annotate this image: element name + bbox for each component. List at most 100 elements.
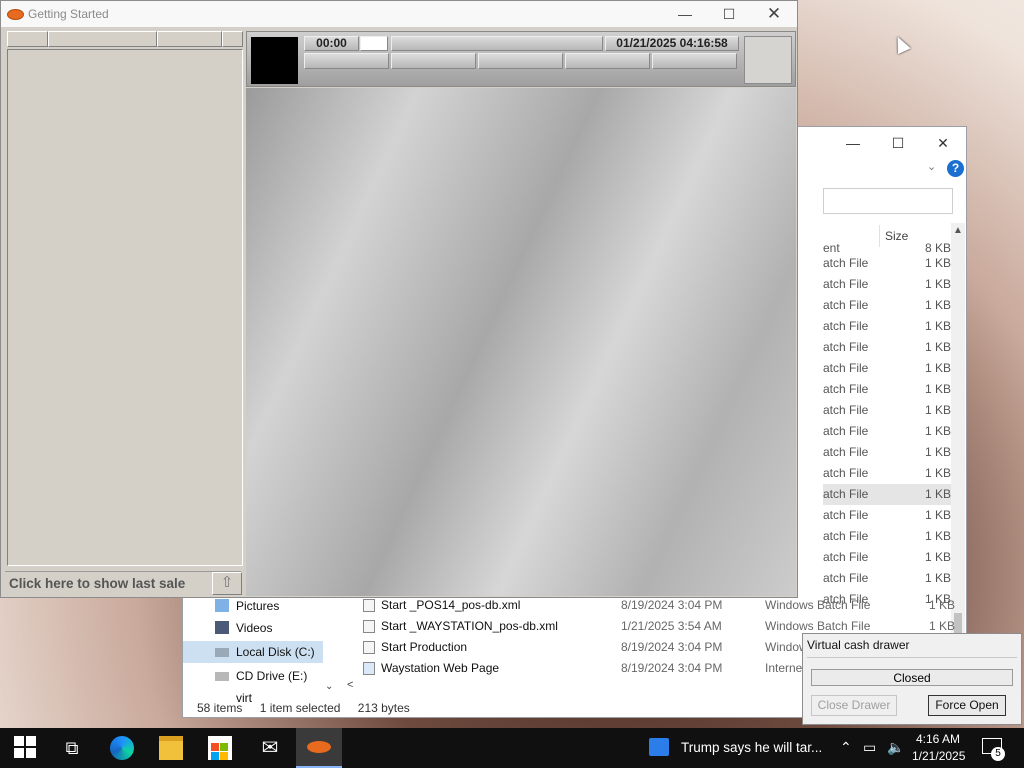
list-item[interactable]: atch File 1 KB xyxy=(823,316,955,337)
item-count: 58 items xyxy=(197,701,243,715)
column-header-size[interactable]: Size xyxy=(885,229,908,243)
nav-item-local-disk[interactable]: Local Disk (C:) xyxy=(183,641,323,663)
news-widget-icon[interactable] xyxy=(649,738,669,756)
column-header[interactable] xyxy=(157,31,222,47)
file-type: atch File xyxy=(823,256,869,270)
file-size: 1 KB xyxy=(924,256,951,270)
nav-item-videos[interactable]: Videos xyxy=(183,617,323,639)
windows-start-icon[interactable] xyxy=(14,736,38,760)
list-item[interactable]: atch File 1 KB xyxy=(823,379,955,400)
arrow-up-icon[interactable]: ⇧ xyxy=(212,572,242,595)
news-headline[interactable]: Trump says he will tar... xyxy=(681,740,822,755)
list-item[interactable]: atch File 1 KB xyxy=(823,568,955,589)
pos-app-icon[interactable] xyxy=(296,728,342,768)
maximize-button[interactable]: ☐ xyxy=(709,4,749,24)
task-view-icon[interactable]: ⧉ xyxy=(60,736,84,760)
system-clock[interactable]: 4:16 AM 1/21/2025 xyxy=(912,731,966,765)
file-icon xyxy=(363,641,375,654)
file-size: 1 KB xyxy=(924,466,951,480)
info-segment xyxy=(652,53,737,69)
status-box xyxy=(744,36,792,84)
selection-count: 1 item selected xyxy=(259,701,341,715)
file-type: atch File xyxy=(823,550,869,564)
explorer-minimize-button[interactable]: — xyxy=(838,133,868,153)
drawer-status: Closed xyxy=(811,669,1013,686)
file-type: atch File xyxy=(823,571,869,585)
list-item[interactable]: atch File 1 KB xyxy=(823,358,955,379)
clock-date: 1/21/2025 xyxy=(912,749,966,763)
microsoft-store-icon[interactable] xyxy=(208,736,232,760)
file-type: Interne xyxy=(765,661,803,675)
minimize-button[interactable]: — xyxy=(665,4,705,24)
file-type: atch File xyxy=(823,403,869,417)
column-header[interactable] xyxy=(222,31,243,47)
title-bar[interactable]: Getting Started — ☐ ✕ xyxy=(1,1,797,27)
force-open-button[interactable]: Force Open xyxy=(928,695,1006,716)
file-size: 1 KB xyxy=(924,382,951,396)
last-sale-bar[interactable]: Click here to show last sale ⇧ xyxy=(5,571,242,596)
list-item[interactable]: atch File 1 KB xyxy=(823,337,955,358)
virtual-cash-drawer-window[interactable]: Virtual cash drawer Closed Close Drawer … xyxy=(802,633,1022,725)
vertical-scrollbar[interactable]: ▲ xyxy=(951,223,965,633)
file-size: 1 KB xyxy=(924,403,951,417)
file-type: atch File xyxy=(823,382,869,396)
nav-item-label: Local Disk (C:) xyxy=(236,645,315,659)
file-type: atch File xyxy=(823,340,869,354)
file-size: 1 KB xyxy=(929,598,956,612)
list-item[interactable]: atch File 1 KB xyxy=(823,526,955,547)
cd-drive-icon xyxy=(215,672,229,681)
last-sale-label[interactable]: Click here to show last sale xyxy=(9,576,185,591)
list-item[interactable]: atch File 1 KB xyxy=(823,253,955,274)
file-explorer-icon[interactable] xyxy=(159,736,183,760)
edge-browser-icon[interactable] xyxy=(110,736,134,760)
file-date: 8/19/2024 3:04 PM xyxy=(621,661,723,675)
file-type: atch File xyxy=(823,298,869,312)
mouse-cursor-icon xyxy=(891,33,911,55)
list-item[interactable]: atch File 1 KB xyxy=(823,547,955,568)
display-box xyxy=(251,37,298,84)
notification-badge: 5 xyxy=(991,747,1005,761)
chevron-down-icon[interactable]: ⌄ xyxy=(325,681,333,692)
list-item[interactable]: atch File 1 KB xyxy=(823,295,955,316)
file-name: Waystation Web Page xyxy=(381,661,500,675)
nav-item-cd-drive[interactable]: CD Drive (E:) virt xyxy=(183,665,323,705)
list-item-selected[interactable]: atch File 1 KB xyxy=(823,484,955,505)
help-icon[interactable]: ? xyxy=(947,160,964,177)
close-button[interactable]: ✕ xyxy=(754,4,794,24)
explorer-maximize-button[interactable]: ☐ xyxy=(883,133,913,153)
timer-display: 00:00 xyxy=(304,36,359,51)
column-header[interactable] xyxy=(48,31,157,47)
column-header[interactable] xyxy=(7,31,48,47)
table-row[interactable]: Start _POS14_pos-db.xml 8/19/2024 3:04 P… xyxy=(343,595,963,616)
list-item[interactable]: atch File 1 KB xyxy=(823,505,955,526)
network-icon[interactable]: ▭ xyxy=(863,739,876,756)
getting-started-window[interactable]: Getting Started — ☐ ✕ Click here to show… xyxy=(0,0,798,598)
list-item[interactable]: atch File 1 KB xyxy=(823,274,955,295)
info-segment xyxy=(304,53,389,69)
chevron-up-icon[interactable]: ⌃ xyxy=(840,739,852,756)
sale-items-list[interactable] xyxy=(7,49,243,566)
explorer-close-button[interactable]: ✕ xyxy=(928,133,958,153)
search-input[interactable] xyxy=(823,188,953,214)
file-size: 1 KB xyxy=(924,424,951,438)
file-size: 8 KB xyxy=(924,243,951,253)
volume-muted-icon[interactable]: 🔈 xyxy=(887,739,904,756)
file-date: 8/19/2024 3:04 PM xyxy=(621,598,723,612)
file-icon xyxy=(363,599,375,612)
scroll-left-icon[interactable]: < xyxy=(347,679,353,691)
list-item[interactable]: atch File 1 KB xyxy=(823,442,955,463)
file-size: 1 KB xyxy=(924,529,951,543)
file-size: 1 KB xyxy=(924,340,951,354)
close-drawer-button[interactable]: Close Drawer xyxy=(811,695,897,716)
scroll-up-icon[interactable]: ▲ xyxy=(953,225,963,236)
list-item[interactable]: atch File 1 KB xyxy=(823,400,955,421)
divider xyxy=(807,657,1017,658)
file-size: 1 KB xyxy=(924,550,951,564)
list-item[interactable]: atch File 1 KB xyxy=(823,421,955,442)
chevron-down-icon[interactable]: ⌄ xyxy=(927,160,936,173)
nav-item-pictures[interactable]: Pictures xyxy=(183,595,323,617)
list-item[interactable]: ent 8 KB xyxy=(823,243,955,253)
list-item[interactable]: atch File 1 KB xyxy=(823,463,955,484)
mail-icon[interactable]: ✉ xyxy=(258,736,282,760)
drawer-title: Virtual cash drawer xyxy=(807,638,910,652)
